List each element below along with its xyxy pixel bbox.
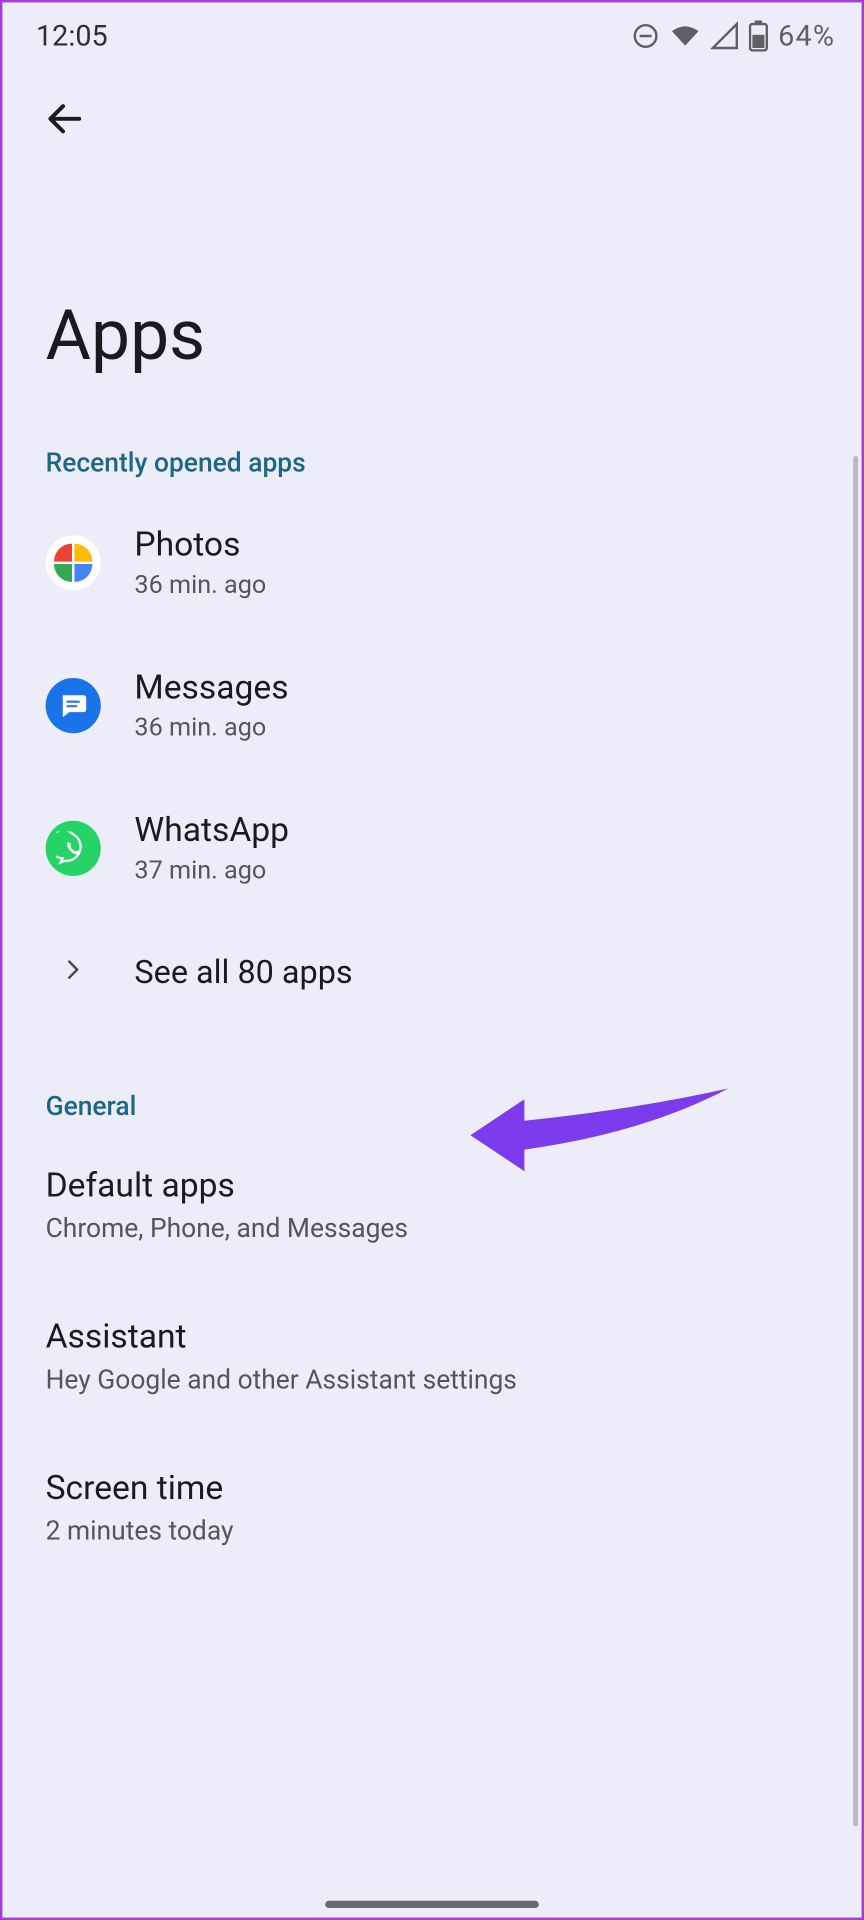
do-not-disturb-icon — [632, 22, 661, 51]
app-item-messages[interactable]: Messages 36 min. ago — [2, 634, 861, 777]
app-item-title: Messages — [134, 667, 288, 707]
general-item-subtitle: 2 minutes today — [46, 1517, 819, 1547]
general-item-subtitle: Chrome, Phone, and Messages — [46, 1214, 819, 1244]
battery-icon — [749, 20, 768, 51]
app-item-subtitle: 36 min. ago — [134, 571, 266, 600]
general-item-title: Assistant — [46, 1316, 819, 1356]
chevron-right-icon — [61, 958, 85, 987]
see-all-label: See all 80 apps — [134, 953, 352, 991]
general-item-default-apps[interactable]: Default apps Chrome, Phone, and Messages — [2, 1134, 861, 1276]
page-title: Apps — [2, 151, 861, 401]
status-icons: 64% — [632, 19, 835, 53]
app-item-subtitle: 37 min. ago — [134, 857, 289, 886]
app-item-title: WhatsApp — [134, 810, 289, 850]
general-item-title: Screen time — [46, 1468, 819, 1508]
whatsapp-icon — [46, 820, 101, 875]
status-bar: 12:05 64% — [2, 2, 861, 64]
back-button[interactable] — [34, 89, 96, 151]
gesture-bar — [325, 1901, 539, 1908]
general-item-screen-time[interactable]: Screen time 2 minutes today — [2, 1427, 861, 1578]
cutoff-item: Unused apps — [2, 1578, 861, 1621]
wifi-icon — [670, 22, 701, 51]
photos-icon — [46, 535, 101, 590]
arrow-left-icon — [43, 97, 86, 144]
clock-text: 12:05 — [36, 19, 108, 53]
section-header-general: General — [2, 1025, 861, 1134]
app-item-title: Photos — [134, 524, 266, 564]
app-item-subtitle: 36 min. ago — [134, 714, 288, 743]
battery-percent: 64% — [778, 19, 835, 53]
general-item-assistant[interactable]: Assistant Hey Google and other Assistant… — [2, 1276, 861, 1427]
general-item-subtitle: Hey Google and other Assistant settings — [46, 1366, 819, 1396]
section-header-recent: Recently opened apps — [2, 401, 861, 491]
cellular-signal-icon — [711, 22, 740, 51]
see-all-apps-button[interactable]: See all 80 apps — [2, 919, 861, 1025]
general-item-title: Default apps — [46, 1165, 819, 1205]
app-item-whatsapp[interactable]: WhatsApp 37 min. ago — [2, 776, 861, 919]
app-item-photos[interactable]: Photos 36 min. ago — [2, 491, 861, 634]
toolbar — [2, 65, 861, 151]
scroll-indicator — [853, 456, 858, 1826]
messages-icon — [46, 677, 101, 732]
